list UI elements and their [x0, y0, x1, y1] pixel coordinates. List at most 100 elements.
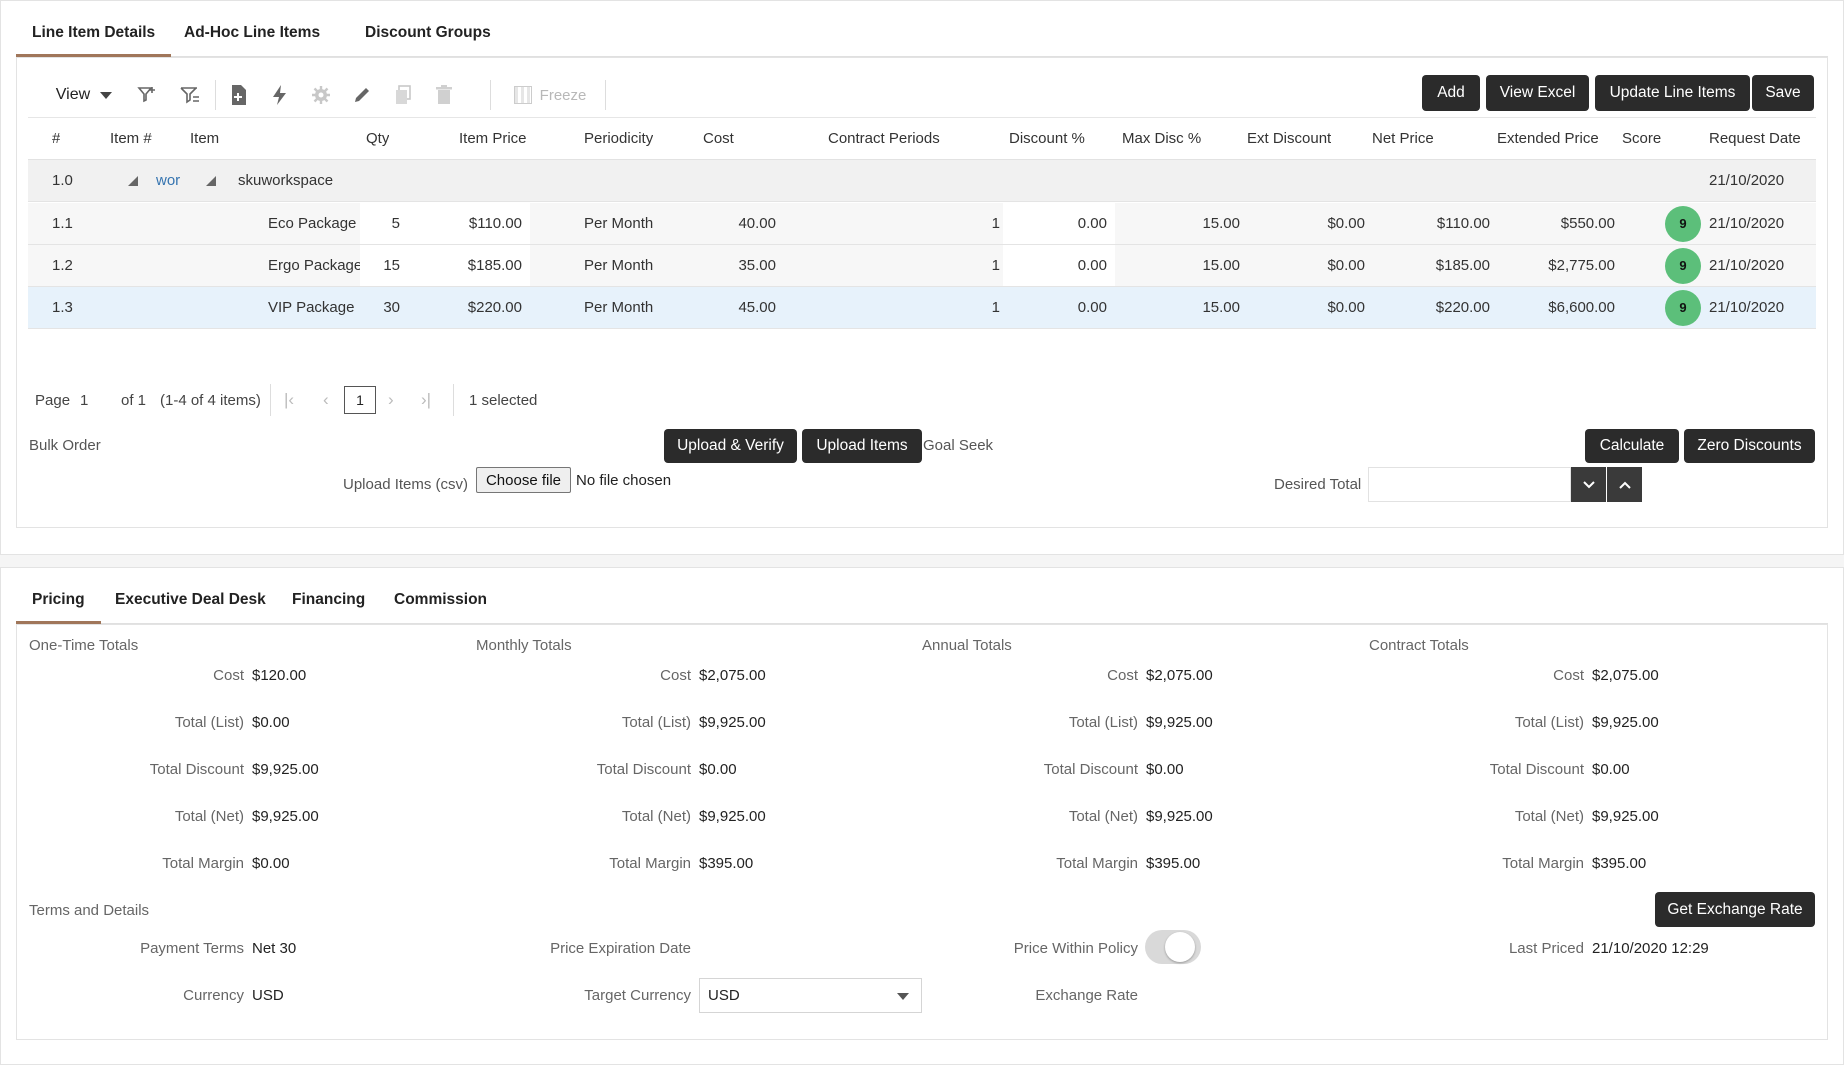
contract-periods-cell: 1: [991, 215, 1000, 232]
col-header-num[interactable]: #: [52, 118, 60, 159]
payment-terms-label: Payment Terms: [140, 940, 244, 957]
score-cell: 9: [1658, 287, 1708, 328]
tab-commission[interactable]: Commission: [378, 582, 503, 624]
discount-input[interactable]: 0.00: [1003, 287, 1115, 328]
price-within-policy-toggle[interactable]: [1145, 930, 1201, 964]
table-row[interactable]: 1.3 VIP Package 30 $220.00 Per Month 45.…: [28, 287, 1816, 329]
total-margin-label: Total Margin: [162, 855, 244, 872]
col-header-item-num[interactable]: Item #: [110, 118, 152, 159]
group-row[interactable]: 1.0 wor skuworkspace 21/10/2020: [28, 160, 1816, 202]
row-num: 1.2: [52, 257, 73, 274]
freeze-button[interactable]: Freeze: [510, 72, 590, 118]
table-row[interactable]: 1.1 Eco Package 5 $110.00 Per Month 40.0…: [28, 203, 1816, 245]
monthly-total-net: $9,925.00: [699, 808, 766, 825]
total-margin-label: Total Margin: [609, 855, 691, 872]
prev-page-icon[interactable]: ‹: [323, 380, 329, 420]
annual-total-net: $9,925.00: [1146, 808, 1213, 825]
tab-ad-hoc-line-items[interactable]: Ad-Hoc Line Items: [168, 15, 336, 57]
col-header-qty[interactable]: Qty: [366, 118, 389, 159]
item-name: Ergo Package: [268, 257, 360, 274]
tab-discount-groups[interactable]: Discount Groups: [349, 15, 507, 57]
upload-items-button[interactable]: Upload Items: [802, 429, 922, 463]
col-header-discount[interactable]: Discount %: [1009, 118, 1085, 159]
discount-input[interactable]: 0.00: [1003, 203, 1115, 244]
contract-periods-cell: 1: [991, 299, 1000, 316]
next-page-icon[interactable]: ›: [388, 380, 394, 420]
qty-cell[interactable]: 30: [360, 287, 412, 328]
upload-verify-button[interactable]: Upload & Verify: [664, 429, 797, 463]
no-file-chosen-text: No file chosen: [576, 472, 672, 489]
filter-add-icon[interactable]: [133, 72, 161, 118]
score-badge: 9: [1665, 205, 1701, 242]
group-item-num-link[interactable]: wor: [156, 160, 180, 201]
view-excel-button[interactable]: View Excel: [1486, 75, 1589, 111]
pencil-icon[interactable]: [348, 72, 376, 118]
monthly-total-margin: $395.00: [699, 855, 754, 872]
choose-file-button[interactable]: Choose file: [476, 467, 571, 493]
lightning-icon[interactable]: [266, 72, 294, 118]
add-button[interactable]: Add: [1422, 75, 1480, 111]
annual-total-discount: $0.00: [1146, 761, 1184, 778]
one-time-total-discount: $9,925.00: [252, 761, 319, 778]
increment-button[interactable]: [1607, 467, 1642, 502]
current-page-button[interactable]: 1: [344, 386, 376, 414]
col-header-ext-discount[interactable]: Ext Discount: [1247, 118, 1331, 159]
total-margin-label: Total Margin: [1502, 855, 1584, 872]
col-header-extended-price[interactable]: Extended Price: [1497, 118, 1599, 159]
qty-cell[interactable]: 15: [360, 245, 412, 286]
filter-edit-icon[interactable]: [176, 72, 204, 118]
save-button[interactable]: Save: [1752, 75, 1814, 111]
total-net-label: Total (Net): [1514, 808, 1584, 825]
goal-seek-label: Goal Seek: [923, 437, 994, 454]
zero-discounts-button[interactable]: Zero Discounts: [1684, 429, 1815, 463]
col-header-contract-periods[interactable]: Contract Periods: [828, 118, 940, 159]
price-within-policy-label: Price Within Policy: [1013, 940, 1138, 957]
target-currency-select[interactable]: USD: [699, 978, 922, 1013]
update-line-items-button[interactable]: Update Line Items: [1595, 75, 1750, 111]
cost-cell: 40.00: [738, 215, 776, 232]
col-header-periodicity[interactable]: Periodicity: [584, 118, 653, 159]
tab-executive-deal-desk[interactable]: Executive Deal Desk: [99, 582, 282, 624]
last-page-icon[interactable]: ›|: [421, 380, 431, 420]
col-header-cost[interactable]: Cost: [703, 118, 734, 159]
collapse-triangle-icon[interactable]: [206, 160, 216, 201]
table-row[interactable]: 1.2 Ergo Package 15 $185.00 Per Month 35…: [28, 245, 1816, 287]
tab-pricing[interactable]: Pricing: [16, 582, 101, 624]
col-header-net-price[interactable]: Net Price: [1372, 118, 1434, 159]
item-price-cell[interactable]: $185.00: [412, 245, 530, 286]
calculate-button[interactable]: Calculate: [1585, 429, 1679, 463]
desired-total-input[interactable]: [1368, 467, 1571, 502]
collapse-triangle-icon[interactable]: [128, 160, 138, 201]
contract-cost: $2,075.00: [1592, 667, 1659, 684]
item-price-cell[interactable]: $110.00: [412, 203, 530, 244]
view-menu-button[interactable]: View: [44, 72, 124, 118]
contract-periods-cell: 1: [991, 257, 1000, 274]
contract-total-list: $9,925.00: [1592, 714, 1659, 731]
copy-icon[interactable]: [389, 72, 417, 118]
add-document-icon[interactable]: [225, 72, 253, 118]
col-header-request-date[interactable]: Request Date: [1709, 118, 1801, 159]
get-exchange-rate-button[interactable]: Get Exchange Rate: [1655, 892, 1815, 927]
contract-totals-title: Contract Totals: [1369, 637, 1469, 654]
item-name: VIP Package: [268, 299, 355, 316]
qty-cell[interactable]: 5: [360, 203, 412, 244]
col-header-max-disc[interactable]: Max Disc %: [1122, 118, 1201, 159]
decrement-button[interactable]: [1571, 467, 1606, 502]
item-price-cell[interactable]: $220.00: [412, 287, 530, 328]
ext-discount-cell: $0.00: [1327, 215, 1365, 232]
col-header-item-price[interactable]: Item Price: [459, 118, 527, 159]
grid-header: # Item # Item Qty Item Price Periodicity…: [28, 118, 1816, 160]
gear-icon[interactable]: [307, 72, 335, 118]
discount-input[interactable]: 0.00: [1003, 245, 1115, 286]
trash-icon[interactable]: [430, 72, 458, 118]
total-discount-label: Total Discount: [1489, 761, 1584, 778]
tab-line-item-details[interactable]: Line Item Details: [16, 15, 172, 57]
item-name: Eco Package: [268, 215, 357, 232]
col-header-item[interactable]: Item: [190, 118, 219, 159]
view-label: View: [55, 86, 91, 103]
col-header-score[interactable]: Score: [1622, 118, 1661, 159]
tab-financing[interactable]: Financing: [276, 582, 381, 624]
first-page-icon[interactable]: |‹: [284, 380, 294, 420]
cost-cell: 45.00: [738, 299, 776, 316]
score-badge: 9: [1665, 289, 1701, 326]
